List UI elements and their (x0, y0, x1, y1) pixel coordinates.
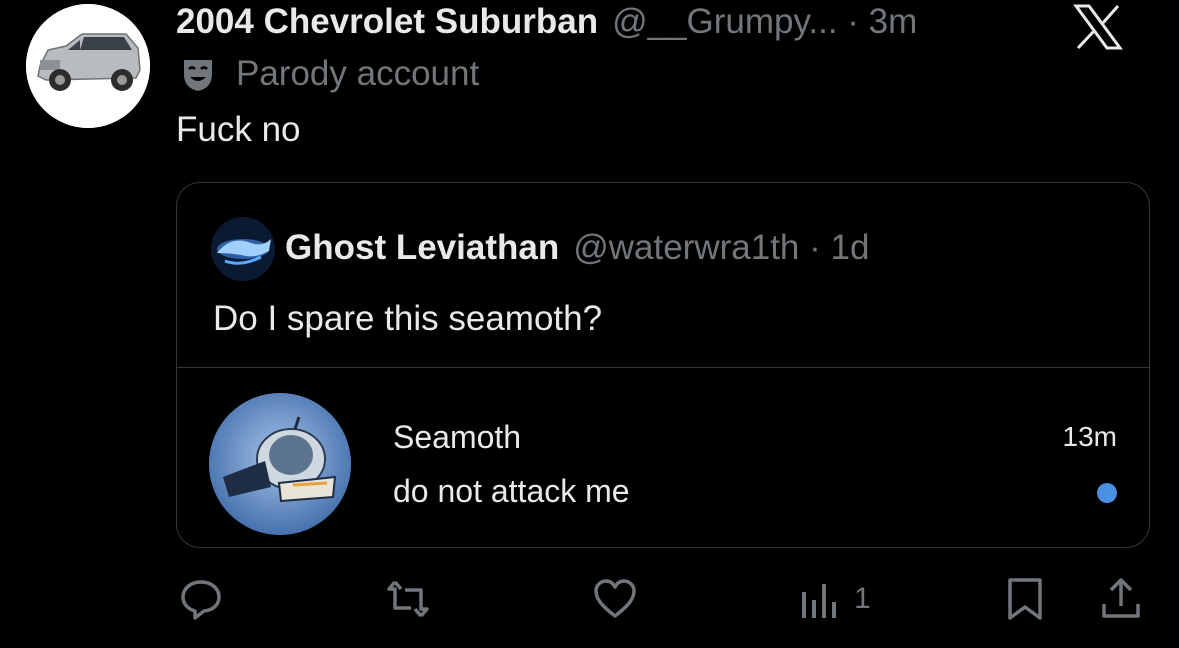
bar-chart-icon (802, 584, 836, 618)
tweet-header: 2004 Chevrolet Suburban @__Grumpy... · 3… (176, 0, 917, 44)
tweet-text: Fuck no (176, 110, 301, 149)
action-bar: 1 (0, 570, 1179, 630)
parody-label: Parody account (178, 54, 479, 94)
quote-header: Ghost Leviathan @waterwra1th · 1d (285, 223, 869, 273)
theater-mask-icon (184, 60, 212, 91)
handle-and-time[interactable]: @__Grumpy... · 3m (612, 2, 917, 42)
repost-button[interactable] (385, 576, 431, 622)
views-count: 1 (854, 582, 871, 615)
suburban-avatar-icon (26, 4, 150, 128)
divider (177, 367, 1149, 368)
bookmark-icon (1008, 578, 1042, 620)
repost-icon (387, 580, 429, 618)
quote-text: Do I spare this seamoth? (213, 299, 603, 338)
parody-text: Parody account (236, 54, 480, 93)
reply-button[interactable] (178, 576, 224, 622)
quote-display-name[interactable]: Ghost Leviathan (285, 228, 559, 268)
display-name[interactable]: 2004 Chevrolet Suburban (176, 2, 598, 42)
quote-handle-and-time[interactable]: @waterwra1th · 1d (573, 228, 869, 268)
reply-icon (181, 580, 221, 620)
bookmark-button[interactable] (1002, 576, 1048, 622)
quoted-tweet[interactable]: Ghost Leviathan @waterwra1th · 1d Do I s… (176, 182, 1150, 548)
share-button[interactable] (1098, 576, 1144, 622)
x-logo-icon (1073, 4, 1123, 50)
like-button[interactable] (592, 576, 638, 622)
notification-title: Seamoth (393, 419, 522, 455)
seamoth-icon (209, 393, 351, 535)
heart-icon (594, 579, 636, 618)
leviathan-avatar-icon (211, 217, 275, 281)
unread-dot (1097, 483, 1117, 503)
quote-avatar[interactable] (211, 217, 275, 281)
share-icon (1102, 578, 1140, 618)
notification-time: 13m (1062, 421, 1117, 452)
seamoth-image (209, 393, 351, 535)
avatar[interactable] (26, 4, 150, 128)
views-button[interactable]: 1 (798, 576, 871, 622)
notification-body: do not attack me (393, 473, 630, 509)
